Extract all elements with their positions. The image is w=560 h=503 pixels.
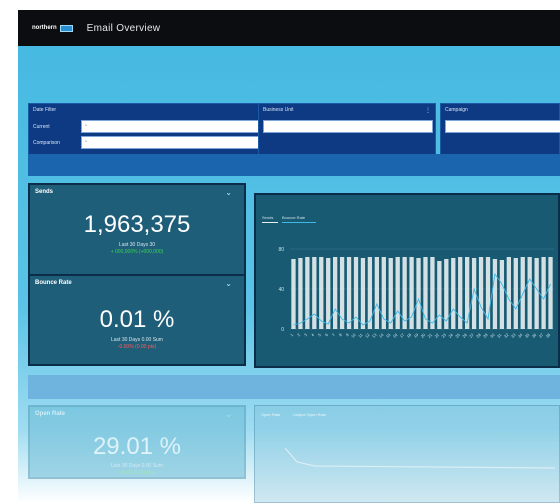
y-tick-label: 80 [278, 247, 284, 253]
bounce-rate-kpi-value: 0.01 % [99, 306, 175, 333]
comparison-date-input[interactable]: ▫ [81, 136, 261, 149]
bounce-rate-line [293, 272, 551, 326]
bar-sends [548, 257, 553, 329]
chevron-down-icon[interactable]: ⌄ [225, 188, 232, 197]
comparison-date-label: Comparison [33, 140, 60, 146]
open-rate-line [284, 447, 556, 469]
bounce-rate-kpi-delta: -0.00% (0.00 pts) [117, 344, 157, 350]
bar-sends [465, 257, 470, 329]
calendar-icon[interactable]: ▫ [85, 139, 87, 145]
bar-sends [534, 258, 539, 329]
bar-sends [346, 257, 352, 329]
bar-sends [416, 258, 421, 329]
campaign-panel: Campaign [440, 103, 560, 155]
sends-kpi-value: 1,963,375 [83, 211, 191, 238]
x-tick-label: 6 [324, 332, 330, 338]
current-date-label: Current [33, 124, 50, 130]
x-tick-label: 9 [345, 332, 351, 338]
campaign-label: Campaign [445, 107, 468, 113]
page-title: Email Overview [86, 22, 161, 34]
date-filter-panel: Date Filter Current ▫ Comparison ▫ [28, 103, 266, 155]
calendar-icon[interactable]: ▫ [85, 123, 87, 129]
bounce-rate-kpi-card: Bounce Rate ⌄ 0.01 % Last 30 Days 0.00 S… [28, 274, 246, 366]
open-rate-chart-panel: Open Rate Unique Open Rate [254, 405, 560, 503]
sends-kpi-title: Sends [35, 189, 54, 195]
open-rate-kpi-delta: +0.00 (0.00 pts) [119, 470, 155, 476]
bar-sends [395, 257, 400, 329]
sends-kpi-card: Sends ⌄ 1,963,375 Last 30 Days 30 + 000,… [28, 183, 246, 276]
chevron-down-icon[interactable]: ⌄ [225, 279, 232, 288]
bar-sends [506, 257, 511, 329]
campaign-select[interactable] [445, 120, 560, 133]
x-tick-label: 1 [289, 332, 295, 338]
bounce-rate-kpi-sub: Last 30 Days 0.00 Sum [111, 337, 163, 343]
open-rate-line-chart [284, 447, 556, 469]
bar-sends [326, 258, 331, 329]
chevron-down-icon[interactable]: ⌄ [225, 410, 232, 419]
sends-bounce-chart: 804001 2 3 4 5 6 7 8 9 10 11 12 13 14 15 16 17 18 19 20 21 22… [278, 247, 554, 339]
bar-sends [499, 260, 505, 329]
northern-logo[interactable]: northern [32, 24, 73, 32]
sends-kpi-delta: + 000,000% (+000,000) [110, 249, 164, 255]
sends-bounce-chart-panel: Sends Bounce Rate 80 40 0 1 2 3 4 5 6 7 8 9 10 11 12 13… [254, 193, 560, 368]
open-rate-kpi-value: 29.01 % [92, 433, 182, 460]
x-tick-label: 5 [317, 332, 323, 338]
sends-kpi-sub: Last 30 Days 30 [118, 242, 156, 248]
open-rate-kpi-sub: Last 30 Days 0.00 Sum [111, 463, 163, 469]
bar-sends [437, 261, 442, 329]
open-rate-kpi-title: Open Rate [35, 411, 66, 417]
date-filter-label: Date Filter [33, 107, 57, 113]
y-tick-label: 0 [281, 327, 284, 333]
bar-sends [312, 257, 317, 329]
bar-sends [541, 257, 546, 329]
business-unit-select[interactable] [263, 120, 433, 133]
section-header-band-2 [28, 375, 560, 399]
open-rate-kpi-card: Open Rate ⌄ 29.01 % Last 30 Days 0.00 Su… [28, 405, 246, 479]
chevron-down-icon[interactable]: ⋮ [425, 107, 431, 114]
logo-text: northern [32, 25, 57, 31]
bar-sends [513, 258, 518, 329]
bar-sends [374, 257, 379, 329]
dashboard-window: northern Email Overview Date Filter Curr… [18, 10, 560, 503]
business-unit-label: Business Unit [263, 107, 294, 113]
x-tick-label: 3 [303, 332, 309, 338]
logo-mark-icon [59, 24, 73, 32]
bar-sends [430, 257, 435, 329]
bar-sends [478, 257, 484, 329]
x-tick-label: 38 [545, 332, 552, 339]
business-unit-panel: Business Unit ⋮ [258, 103, 436, 155]
bar-sends [298, 258, 303, 329]
bar-sends [333, 257, 338, 329]
bar-sends [388, 258, 393, 329]
section-header-band [28, 154, 560, 176]
bar-sends [451, 258, 456, 329]
bar-sends [492, 259, 498, 329]
bar-sends [527, 257, 532, 329]
current-date-input[interactable]: ▫ [81, 120, 261, 133]
x-tick-label: 8 [338, 332, 344, 338]
x-tick-label: 4 [310, 332, 316, 338]
bounce-rate-kpi-title: Bounce Rate [35, 280, 72, 286]
bar-sends [319, 257, 324, 329]
top-bar: northern Email Overview [18, 10, 560, 46]
x-tick-label: 2 [296, 332, 302, 338]
bar-sends [339, 257, 345, 329]
bar-sends [291, 259, 296, 329]
x-tick-label: 7 [331, 332, 337, 338]
bar-sends [360, 258, 366, 329]
y-tick-label: 40 [278, 287, 284, 293]
